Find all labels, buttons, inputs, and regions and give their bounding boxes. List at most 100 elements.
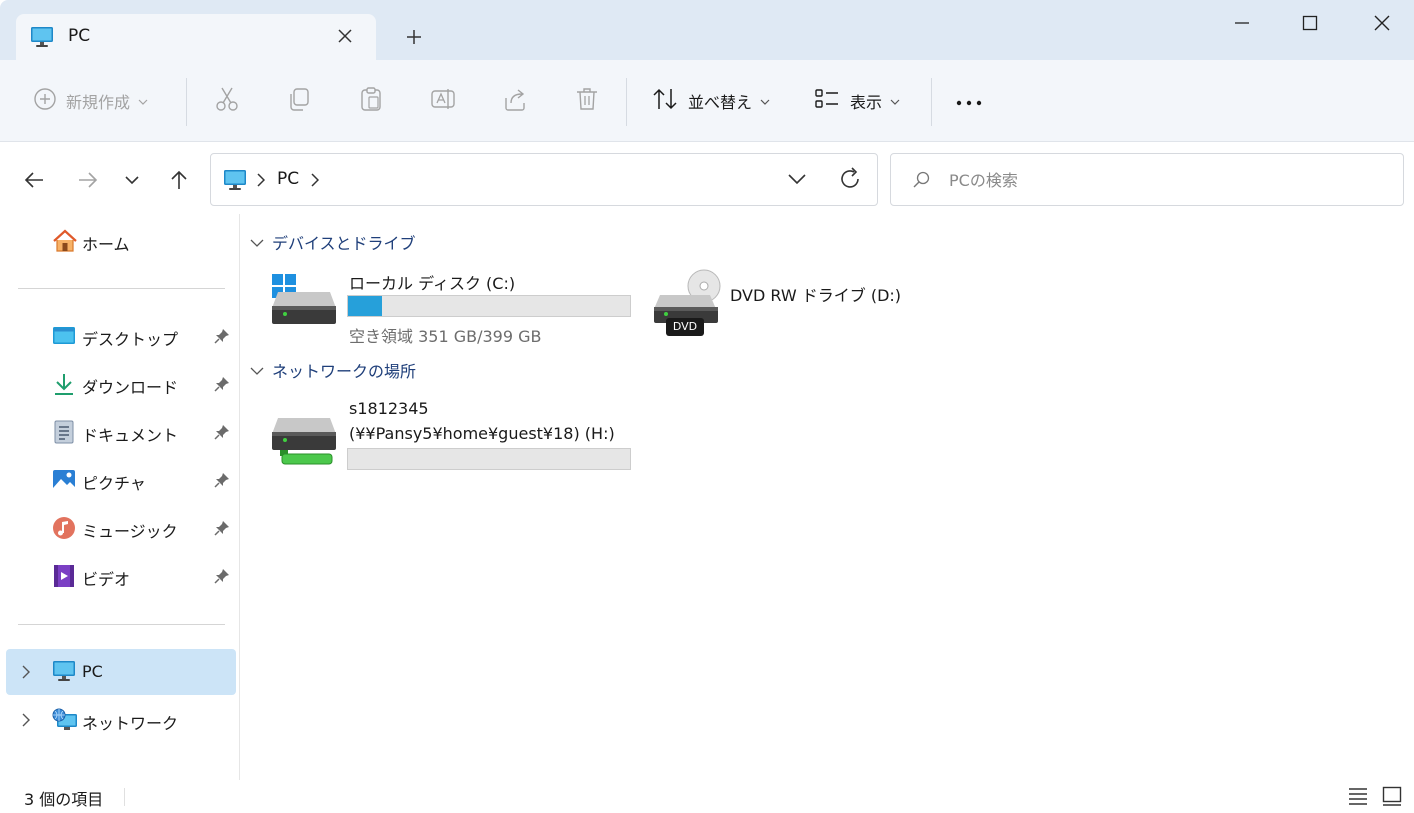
back-arrow-icon[interactable]	[16, 162, 52, 198]
search-box	[890, 153, 1404, 206]
sort-label: 並べ替え	[688, 93, 753, 112]
sidebar-separator	[18, 624, 225, 625]
minimize-icon[interactable]	[1220, 6, 1264, 40]
pictures-icon	[52, 468, 76, 492]
details-view-icon[interactable]	[1346, 784, 1370, 808]
close-icon[interactable]	[1360, 6, 1404, 40]
recent-locations-chevron-icon[interactable]	[114, 162, 150, 198]
sort-button[interactable]: 並べ替え	[652, 84, 770, 118]
drive-name: DVD RW ドライブ (D:)	[730, 286, 902, 305]
sidebar-item-network[interactable]: ネットワーク	[6, 697, 236, 743]
drive-usage-fill	[348, 296, 382, 316]
pin-icon[interactable]	[214, 520, 230, 540]
cut-button[interactable]	[214, 84, 240, 118]
drive-usage-bar	[347, 295, 631, 317]
drive-name: ローカル ディスク (C:)	[349, 274, 516, 293]
toolbar-separator	[931, 78, 932, 126]
toolbar-separator	[186, 78, 187, 126]
chevron-right-icon[interactable]	[22, 712, 30, 731]
sidebar-item-videos[interactable]: ビデオ	[6, 553, 236, 599]
tiles-view-icon[interactable]	[1380, 784, 1404, 808]
desktop-icon	[52, 324, 76, 348]
sidebar-item-desktop[interactable]: デスクトップ	[6, 313, 236, 359]
pin-icon[interactable]	[214, 376, 230, 396]
section-title: ネットワークの場所	[272, 362, 417, 381]
command-bar: 新規作成 並べ替え 表示	[0, 60, 1414, 142]
tab-close-icon[interactable]	[332, 23, 358, 49]
pin-icon[interactable]	[214, 424, 230, 444]
section-network-locations[interactable]: ネットワークの場所	[250, 358, 416, 382]
toolbar-separator	[626, 78, 627, 126]
view-button[interactable]: 表示	[814, 84, 900, 118]
address-bar[interactable]: PC	[210, 153, 878, 206]
sidebar-item-documents[interactable]: ドキュメント	[6, 409, 236, 455]
drive-name-line2: (¥¥Pansy5¥home¥guest¥18) (H:)	[349, 424, 615, 443]
title-bar: PC	[0, 0, 1414, 60]
more-dots-icon	[956, 92, 982, 111]
sidebar-item-label: ダウンロード	[82, 378, 179, 397]
network-drive-icon	[270, 414, 338, 472]
sidebar-item-home[interactable]: ホーム	[6, 218, 236, 264]
section-devices-and-drives[interactable]: デバイスとドライブ	[250, 230, 416, 254]
sidebar-item-label: デスクトップ	[82, 330, 179, 349]
sidebar-item-pictures[interactable]: ピクチャ	[6, 457, 236, 503]
copy-button[interactable]	[286, 84, 312, 118]
clipboard-icon	[358, 86, 384, 116]
up-arrow-icon[interactable]	[161, 162, 197, 198]
sidebar-item-music[interactable]: ミュージック	[6, 505, 236, 551]
trash-icon	[574, 86, 600, 116]
sidebar-item-downloads[interactable]: ダウンロード	[6, 361, 236, 407]
pin-icon[interactable]	[214, 472, 230, 492]
tab-pc[interactable]: PC	[16, 14, 376, 60]
copy-icon	[286, 86, 312, 116]
address-dropdown-chevron-icon[interactable]	[787, 168, 807, 194]
drive-name-line1: s1812345	[349, 399, 429, 418]
sidebar-item-pc[interactable]: PC	[6, 649, 236, 695]
more-options-button[interactable]	[956, 84, 982, 118]
navigation-pane: ホーム デスクトップ ダウンロード ドキュメント ピクチャ ミュージック ビデオ…	[0, 214, 240, 780]
share-button[interactable]	[502, 84, 528, 118]
maximize-icon[interactable]	[1288, 6, 1332, 40]
music-icon	[52, 516, 76, 540]
share-icon	[502, 86, 528, 116]
download-icon	[52, 372, 76, 396]
chevron-down-icon	[890, 92, 900, 111]
scissors-icon	[214, 86, 240, 116]
plus-circle-icon	[34, 88, 56, 114]
chevron-right-icon[interactable]	[22, 664, 30, 683]
chevron-down-icon	[138, 92, 148, 111]
breadcrumb-chevron-icon[interactable]	[257, 172, 266, 191]
monitor-icon	[52, 660, 76, 684]
sidebar-item-label: ネットワーク	[82, 714, 179, 733]
sort-icon	[652, 87, 678, 115]
pin-icon[interactable]	[214, 568, 230, 588]
pin-icon[interactable]	[214, 328, 230, 348]
forward-arrow-icon[interactable]	[70, 162, 106, 198]
sidebar-item-label: ドキュメント	[82, 426, 179, 445]
sidebar-item-label: ホーム	[82, 235, 130, 254]
sidebar-separator	[18, 288, 225, 289]
paste-button[interactable]	[358, 84, 384, 118]
rename-icon	[430, 86, 456, 116]
rename-button[interactable]	[430, 84, 456, 118]
search-icon	[913, 171, 931, 193]
tab-title: PC	[68, 26, 91, 46]
breadcrumb-pc[interactable]: PC	[277, 169, 299, 189]
delete-button[interactable]	[574, 84, 600, 118]
video-icon	[52, 564, 76, 588]
new-tab-icon[interactable]	[398, 22, 430, 52]
chevron-down-icon	[250, 361, 264, 380]
refresh-icon[interactable]	[839, 167, 861, 195]
monitor-icon	[223, 169, 247, 195]
sidebar-item-label: ミュージック	[82, 522, 178, 541]
new-label: 新規作成	[66, 93, 131, 112]
breadcrumb-chevron-icon[interactable]	[311, 172, 320, 191]
monitor-icon	[30, 26, 54, 52]
item-count: 3 個の項目	[24, 790, 104, 809]
search-input[interactable]	[949, 164, 1389, 196]
new-button[interactable]: 新規作成	[34, 84, 148, 118]
view-label: 表示	[850, 93, 883, 112]
sidebar-item-label: ビデオ	[82, 570, 131, 589]
document-icon	[52, 420, 76, 444]
dvd-badge: DVD	[672, 320, 698, 333]
